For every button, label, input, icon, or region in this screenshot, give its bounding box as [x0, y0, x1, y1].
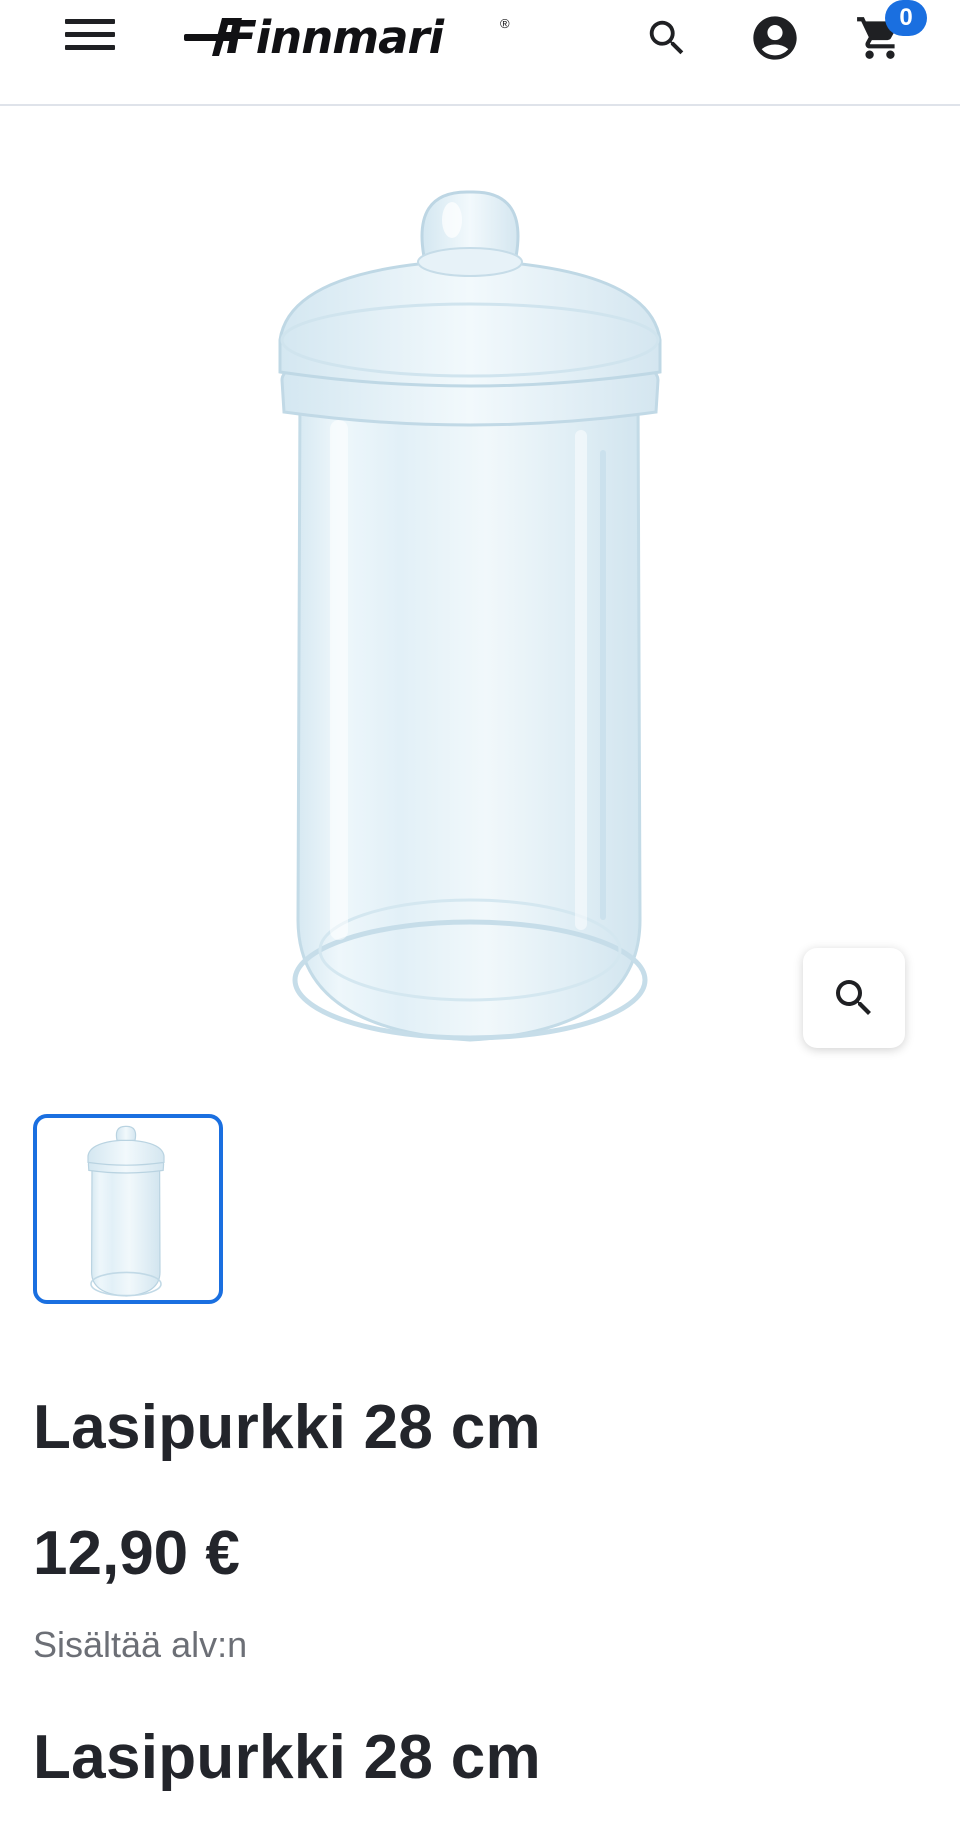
registered-mark: ®	[500, 16, 510, 31]
product-main-image[interactable]	[180, 150, 780, 1060]
product-thumbnail-selected[interactable]	[33, 1114, 223, 1304]
site-header: Finnmari ® 0	[0, 0, 960, 106]
zoom-search-icon[interactable]	[803, 948, 905, 1048]
hamburger-menu-icon[interactable]	[60, 14, 120, 62]
product-title: Lasipurkki 28 cm	[33, 1393, 541, 1462]
brand-logo[interactable]: Finnmari ®	[182, 12, 517, 64]
account-circle-icon[interactable]	[747, 10, 803, 66]
menu-bar	[65, 19, 115, 24]
vat-note: Sisältää alv:n	[33, 1624, 248, 1665]
product-description-heading: Lasipurkki 28 cm	[33, 1723, 541, 1792]
menu-bar	[65, 32, 115, 37]
search-icon[interactable]	[639, 10, 695, 66]
logo-wordmark: Finnmari	[226, 11, 444, 64]
thumbnail-jar-image	[87, 1125, 165, 1297]
product-price: 12,90 €	[33, 1519, 240, 1588]
glass-jar-image	[278, 190, 662, 1042]
menu-bar	[65, 45, 115, 50]
cart-count-badge: 0	[885, 0, 927, 36]
